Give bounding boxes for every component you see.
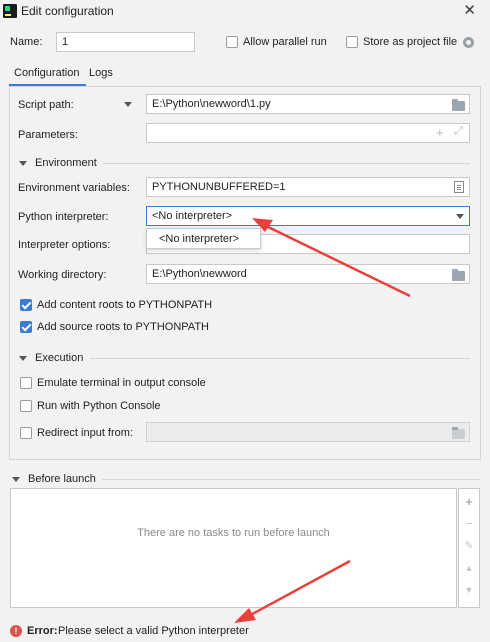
arrow-to-interpreter: [252, 218, 411, 298]
arrow-to-error: [234, 559, 351, 623]
annotation-arrows: [234, 218, 411, 623]
